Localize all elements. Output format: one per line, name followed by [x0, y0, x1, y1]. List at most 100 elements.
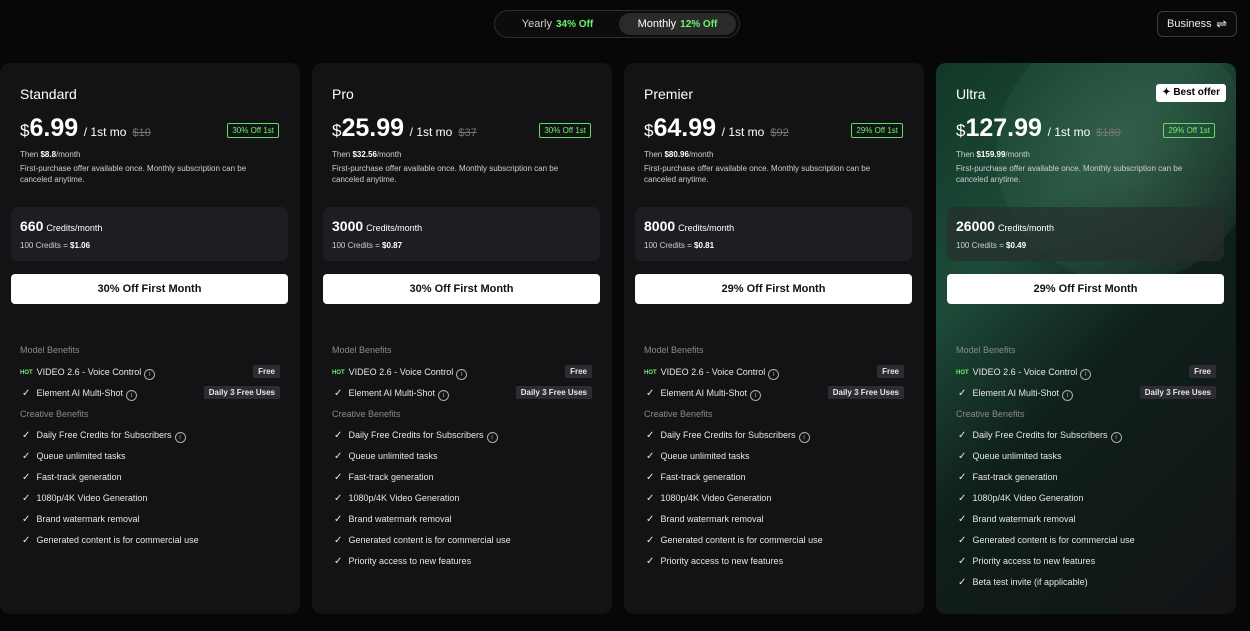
benefit-item: ✓ Queue unlimited tasks — [644, 449, 904, 463]
credits-unit: Credits/month — [678, 223, 735, 233]
benefit-label: Priority access to new features — [660, 556, 784, 566]
check-icon: ✓ — [22, 472, 31, 483]
plan-card-ultra: Ultra ✦ Best offer $127.99 / 1st mo $180 29%… — [936, 63, 1236, 614]
info-icon[interactable]: i — [126, 390, 138, 401]
benefit-item: ✓ Fast-track generation — [956, 470, 1216, 484]
credits-box: 8000 Credits/month 100 Credits = $0.81 — [635, 207, 912, 261]
info-icon[interactable]: i — [438, 390, 450, 401]
info-icon[interactable]: i — [768, 369, 780, 380]
check-icon: ✓ — [958, 556, 967, 567]
discount-badge: 30% Off 1st — [227, 123, 279, 138]
benefit-label: Queue unlimited tasks — [36, 451, 126, 461]
hot-badge: HOT — [20, 370, 33, 376]
credits-number: 8000 — [644, 218, 676, 234]
subscribe-button[interactable]: 30% Off First Month — [11, 274, 288, 304]
benefit-label: VIDEO 2.6 - Voice Control — [348, 367, 454, 377]
credits-amount: 660 Credits/month — [20, 218, 102, 234]
benefit-label: 1080p/4K Video Generation — [972, 493, 1084, 503]
plan-name: Standard — [20, 86, 77, 102]
price-period: / 1st mo — [83, 125, 127, 139]
benefit-item: ✓ Brand watermark removal — [332, 512, 592, 526]
price-amount: 25.99 — [341, 114, 405, 142]
info-icon[interactable]: i — [1062, 390, 1074, 401]
check-icon: ✓ — [646, 535, 655, 546]
model-benefits-heading: Model Benefits — [956, 345, 1016, 355]
yearly-tab[interactable]: Yearly 34% Off — [499, 13, 616, 35]
info-icon[interactable]: i — [486, 432, 498, 443]
check-icon: ✓ — [646, 430, 655, 441]
benefit-label: Brand watermark removal — [348, 514, 452, 524]
benefit-label: Daily Free Credits for Subscribers — [348, 430, 484, 440]
benefit-item: HOT VIDEO 2.6 - Voice Control i Free — [20, 365, 280, 380]
subscribe-button[interactable]: 29% Off First Month — [947, 274, 1224, 304]
credits-box: 3000 Credits/month 100 Credits = $0.87 — [323, 207, 600, 261]
info-icon[interactable]: i — [750, 390, 762, 401]
hot-badge: HOT — [332, 370, 345, 376]
check-icon: ✓ — [334, 472, 343, 483]
creative-benefits-heading: Creative Benefits — [956, 409, 1025, 419]
benefit-item: ✓ Priority access to new features — [956, 554, 1216, 568]
benefit-item: ✓ Daily Free Credits for Subscribers i — [20, 428, 280, 443]
plan-price: $64.99 / 1st mo $92 — [644, 114, 789, 143]
benefit-label: Queue unlimited tasks — [972, 451, 1062, 461]
benefit-tag: Free — [253, 365, 280, 378]
benefit-label: VIDEO 2.6 - Voice Control — [660, 367, 766, 377]
check-icon: ✓ — [958, 451, 967, 462]
info-icon[interactable]: i — [174, 432, 186, 443]
model-benefits-heading: Model Benefits — [644, 345, 704, 355]
benefit-label: Element AI Multi-Shot — [348, 388, 436, 398]
benefit-label: Generated content is for commercial use — [36, 535, 199, 545]
business-label: Business — [1167, 18, 1212, 30]
check-icon: ✓ — [334, 556, 343, 567]
sparkle-icon: ✦ — [1162, 87, 1174, 98]
credits-box: 26000 Credits/month 100 Credits = $0.49 — [947, 207, 1224, 261]
plan-card-premier: Premier $64.99 / 1st mo $92 29% Off 1st Then… — [624, 63, 924, 614]
hot-badge: HOT — [644, 370, 657, 376]
renewal-amount: $80.96 — [664, 150, 689, 159]
benefit-item: ✓ Priority access to new features — [644, 554, 904, 568]
hot-badge: HOT — [956, 370, 969, 376]
credits-amount: 8000 Credits/month — [644, 218, 734, 234]
check-icon: ✓ — [646, 493, 655, 504]
benefit-label: VIDEO 2.6 - Voice Control — [36, 367, 142, 377]
info-icon[interactable]: i — [798, 432, 810, 443]
offer-description: First-purchase offer available once. Mon… — [956, 164, 1183, 184]
info-icon[interactable]: i — [456, 369, 468, 380]
plan-price: $6.99 / 1st mo $10 — [20, 114, 151, 143]
check-icon: ✓ — [334, 388, 343, 399]
subscribe-button[interactable]: 30% Off First Month — [323, 274, 600, 304]
yearly-label: Yearly — [521, 18, 552, 30]
monthly-label: Monthly — [637, 18, 677, 30]
benefit-item: ✓ Queue unlimited tasks — [20, 449, 280, 463]
credits-rate: 100 Credits = $1.06 — [20, 241, 90, 250]
info-icon[interactable]: i — [1080, 369, 1092, 380]
info-icon[interactable]: i — [144, 369, 156, 380]
credits-number: 26000 — [956, 218, 995, 234]
benefit-item: ✓ 1080p/4K Video Generation — [956, 491, 1216, 505]
then-prefix: Then — [332, 150, 351, 159]
creative-benefits-heading: Creative Benefits — [644, 409, 713, 419]
info-icon[interactable]: i — [1110, 432, 1122, 443]
benefit-item: ✓ 1080p/4K Video Generation — [332, 491, 592, 505]
benefit-item: ✓ Daily Free Credits for Subscribers i — [644, 428, 904, 443]
benefit-label: Brand watermark removal — [660, 514, 764, 524]
business-button[interactable]: Business ⇌ — [1157, 11, 1237, 37]
check-icon: ✓ — [958, 577, 967, 588]
original-price: $10 — [132, 127, 151, 139]
benefit-item: HOT VIDEO 2.6 - Voice Control i Free — [332, 365, 592, 380]
subscribe-button[interactable]: 29% Off First Month — [635, 274, 912, 304]
credits-rate-prefix: 100 Credits = — [956, 241, 1004, 250]
discount-badge: 29% Off 1st — [851, 123, 903, 138]
benefit-label: 1080p/4K Video Generation — [348, 493, 460, 503]
benefit-label: Beta test invite (if applicable) — [972, 577, 1088, 587]
then-prefix: Then — [956, 150, 975, 159]
price-period: / 1st mo — [1047, 125, 1091, 139]
best-offer-badge: ✦ Best offer — [1156, 84, 1226, 102]
check-icon: ✓ — [958, 514, 967, 525]
plan-card-standard: Standard $6.99 / 1st mo $10 30% Off 1st Then… — [0, 63, 300, 614]
benefit-label: Generated content is for commercial use — [660, 535, 823, 545]
credits-rate-prefix: 100 Credits = — [644, 241, 692, 250]
benefit-label: Generated content is for commercial use — [972, 535, 1135, 545]
monthly-tab[interactable]: Monthly 12% Off — [619, 13, 736, 35]
benefit-item: ✓ Queue unlimited tasks — [332, 449, 592, 463]
